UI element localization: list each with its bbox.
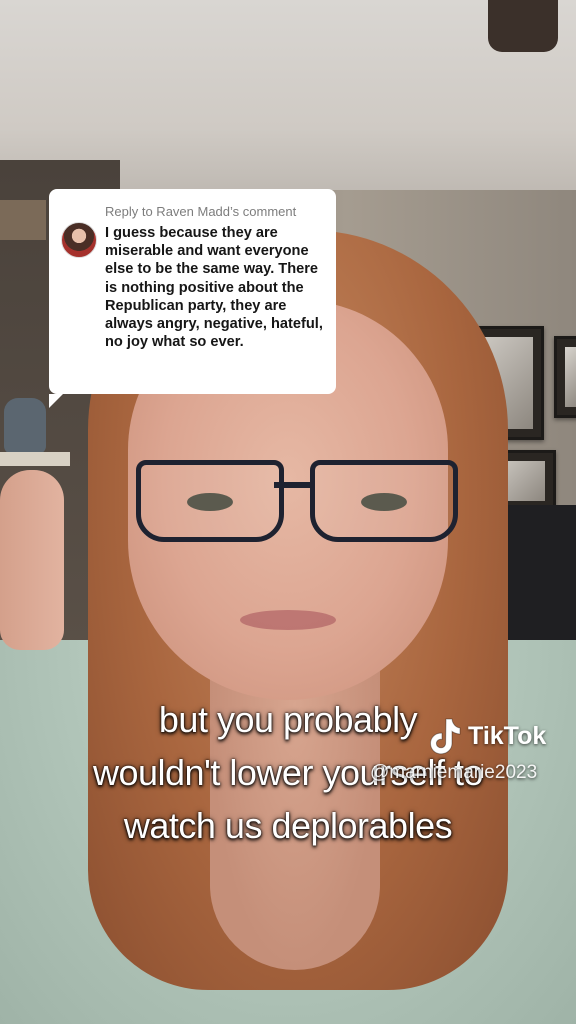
vase xyxy=(4,398,46,454)
eyeglasses xyxy=(128,456,458,542)
reply-header: Reply to Raven Madd’s comment xyxy=(105,204,297,219)
caption-line-3: watch us deplorables xyxy=(123,805,453,846)
tiktok-watermark: TikTok xyxy=(426,716,566,756)
wall-photo-frame-2 xyxy=(554,336,576,418)
tiktok-wordmark: TikTok xyxy=(468,722,547,750)
bookshelf-books xyxy=(0,200,46,240)
creator-username: @marniemarie2023 xyxy=(370,762,538,783)
comment-row: I guess because they are miserable and w… xyxy=(61,222,324,351)
person-hand xyxy=(0,470,64,650)
video-frame[interactable] xyxy=(0,0,576,1024)
reply-comment-sticker[interactable]: Reply to Raven Madd’s comment I guess be… xyxy=(49,189,336,408)
person-lips xyxy=(240,610,336,630)
comment-text: I guess because they are miserable and w… xyxy=(105,225,323,351)
ceiling-fan xyxy=(488,0,558,52)
shelf xyxy=(0,452,70,466)
tiktok-logo-icon xyxy=(429,718,461,755)
commenter-avatar[interactable] xyxy=(61,222,97,258)
